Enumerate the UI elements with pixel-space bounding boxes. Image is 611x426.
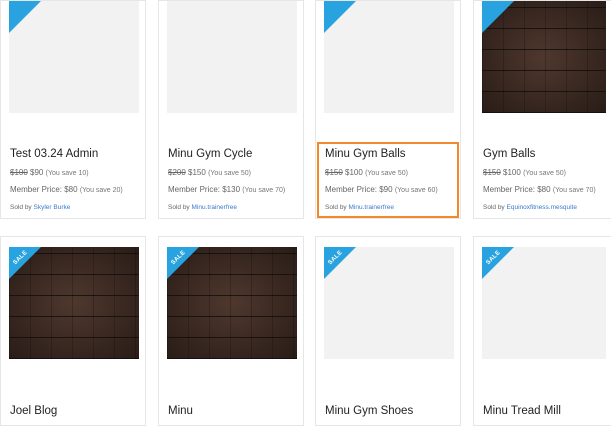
seller-link[interactable]: Skyler Burke xyxy=(34,204,71,211)
member-price: Member Price: $80 (You save 20) xyxy=(10,185,123,194)
product-image[interactable]: SALE xyxy=(482,247,606,359)
sold-by: Sold by Skyler Burke xyxy=(10,204,70,211)
product-image[interactable] xyxy=(9,1,139,113)
original-price: $200 xyxy=(168,168,186,177)
savings-text: (You save 50) xyxy=(365,170,408,177)
member-savings-text: (You save 70) xyxy=(242,187,286,194)
product-image[interactable] xyxy=(167,1,297,113)
sold-by-label: Sold by xyxy=(168,204,190,211)
product-title[interactable]: Minu Gym Cycle xyxy=(168,148,252,160)
seller-link[interactable]: Minu.trainerfree xyxy=(192,204,238,211)
member-savings-text: (You save 60) xyxy=(394,187,438,194)
product-card[interactable]: SALE Minu Gym Shoes xyxy=(315,236,461,426)
member-savings-text: (You save 20) xyxy=(79,187,123,194)
product-image[interactable]: SALE xyxy=(9,247,139,359)
sale-price: $150 xyxy=(188,168,206,177)
sold-by: Sold by Equinoxfitness.mesquite xyxy=(483,204,577,211)
member-price: Member Price: $130 (You save 70) xyxy=(168,185,285,194)
member-price: Member Price: $90 (You save 60) xyxy=(325,185,438,194)
product-title[interactable]: Minu Gym Balls xyxy=(325,148,406,160)
product-price: $150 $100 (You save 50) xyxy=(483,168,566,177)
sold-by-label: Sold by xyxy=(483,204,505,211)
sale-ribbon xyxy=(324,1,357,34)
original-price: $150 xyxy=(483,168,501,177)
product-title[interactable]: Gym Balls xyxy=(483,148,535,160)
product-card[interactable]: SALE Joel Blog xyxy=(0,236,146,426)
product-title[interactable]: Minu xyxy=(168,405,193,417)
member-price-label: Member Price: $80 xyxy=(483,185,551,194)
product-image[interactable]: SALE xyxy=(167,247,297,359)
seller-link[interactable]: Minu.trainerfree xyxy=(349,204,395,211)
seller-link[interactable]: Equinoxfitness.mesquite xyxy=(507,204,577,211)
member-price: Member Price: $80 (You save 70) xyxy=(483,185,596,194)
product-card[interactable]: SALE Minu xyxy=(158,236,304,426)
product-title[interactable]: Minu Gym Shoes xyxy=(325,405,413,417)
sold-by-label: Sold by xyxy=(10,204,32,211)
product-title[interactable]: Minu Tread Mill xyxy=(483,405,561,417)
original-price: $100 xyxy=(10,168,28,177)
product-price: $150 $100 (You save 50) xyxy=(325,168,408,177)
product-price: $200 $150 (You save 50) xyxy=(168,168,251,177)
sold-by-label: Sold by xyxy=(325,204,347,211)
savings-text: (You save 10) xyxy=(45,170,89,177)
product-card[interactable]: SALE Minu Tread Mill xyxy=(473,236,611,426)
product-card[interactable]: Minu Gym Cycle $200 $150 (You save 50) M… xyxy=(158,0,304,219)
sale-price: $100 xyxy=(345,168,363,177)
sold-by: Sold by Minu.trainerfree xyxy=(325,204,394,211)
product-image[interactable]: SALE xyxy=(324,247,454,359)
member-price-label: Member Price: $90 xyxy=(325,185,393,194)
sale-ribbon xyxy=(482,1,515,34)
sale-ribbon xyxy=(9,1,42,34)
product-card[interactable]: Minu Gym Balls $150 $100 (You save 50) M… xyxy=(315,0,461,219)
sale-price: $100 xyxy=(503,168,521,177)
product-image[interactable] xyxy=(324,1,454,113)
product-price: $100 $90 (You save 10) xyxy=(10,168,89,177)
savings-text: (You save 50) xyxy=(208,170,251,177)
product-image[interactable] xyxy=(482,1,606,113)
sale-price: $90 xyxy=(30,168,44,177)
sold-by: Sold by Minu.trainerfree xyxy=(168,204,237,211)
product-title[interactable]: Joel Blog xyxy=(10,405,57,417)
member-price-label: Member Price: $80 xyxy=(10,185,78,194)
member-price-label: Member Price: $130 xyxy=(168,185,241,194)
product-title[interactable]: Test 03.24 Admin xyxy=(10,148,98,160)
savings-text: (You save 50) xyxy=(523,170,566,177)
original-price: $150 xyxy=(325,168,343,177)
product-card[interactable]: Test 03.24 Admin $100 $90 (You save 10) … xyxy=(0,0,146,219)
product-card[interactable]: Gym Balls $150 $100 (You save 50) Member… xyxy=(473,0,611,219)
member-savings-text: (You save 70) xyxy=(552,187,596,194)
